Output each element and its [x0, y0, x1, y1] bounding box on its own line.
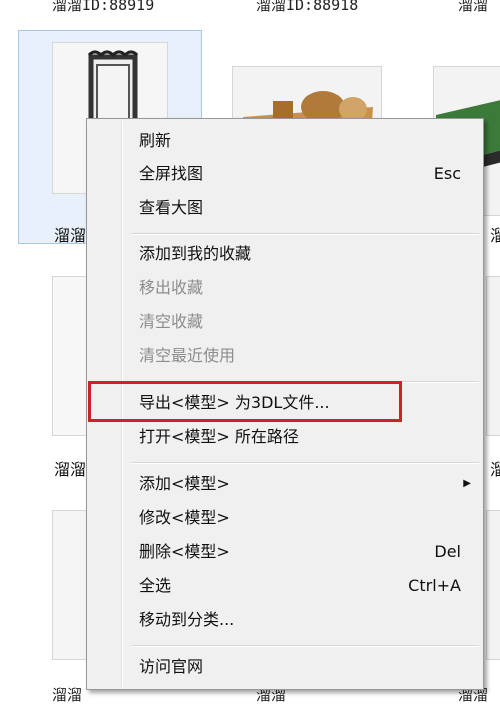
tile-label: 溜溜	[54, 460, 87, 479]
menu-separator	[131, 233, 479, 235]
model-thumbnail[interactable]	[486, 276, 500, 436]
shortcut-label: Ctrl+A	[408, 576, 461, 595]
model-id-label: 溜溜ID:88918	[256, 0, 359, 14]
tile-label: 溜溜	[490, 460, 500, 479]
menu-item-add-model[interactable]: 添加<模型> ▶	[89, 469, 481, 499]
menu-item-delete-model[interactable]: 删除<模型> Del	[89, 537, 481, 567]
shortcut-label: Del	[434, 542, 461, 561]
menu-separator	[131, 462, 479, 464]
submenu-arrow-icon: ▶	[463, 478, 471, 489]
menu-item-refresh[interactable]: 刷新	[89, 126, 481, 156]
menu-item-modify-model[interactable]: 修改<模型>	[89, 503, 481, 533]
menu-item-open-path[interactable]: 打开<模型> 所在路径	[89, 422, 481, 452]
menu-item-add-favorites[interactable]: 添加到我的收藏	[89, 239, 481, 269]
menu-item-move-to-category[interactable]: 移动到分类...	[89, 605, 481, 635]
model-id-label: 溜溜ID:88919	[52, 0, 155, 14]
menu-item-clear-recent: 清空最近使用	[139, 346, 236, 365]
menu-item-select-all[interactable]: 全选 Ctrl+A	[89, 571, 481, 601]
model-id-label: 溜溜	[458, 0, 489, 14]
tile-label: 溜溜	[54, 226, 87, 245]
annotation-highlight-box	[88, 381, 402, 422]
shortcut-label: Esc	[433, 164, 461, 183]
menu-item-view-large[interactable]: 查看大图	[89, 193, 481, 223]
menu-item-fullscreen-find[interactable]: 全屏找图 Esc	[89, 159, 481, 189]
model-thumbnail[interactable]	[486, 510, 500, 660]
menu-separator	[131, 645, 479, 647]
menu-item-clear-favorites: 清空收藏	[139, 312, 204, 331]
menu-item-visit-site[interactable]: 访问官网	[89, 652, 481, 682]
menu-item-remove-favorites: 移出收藏	[139, 278, 204, 297]
tile-label: 溜溜	[490, 226, 500, 245]
